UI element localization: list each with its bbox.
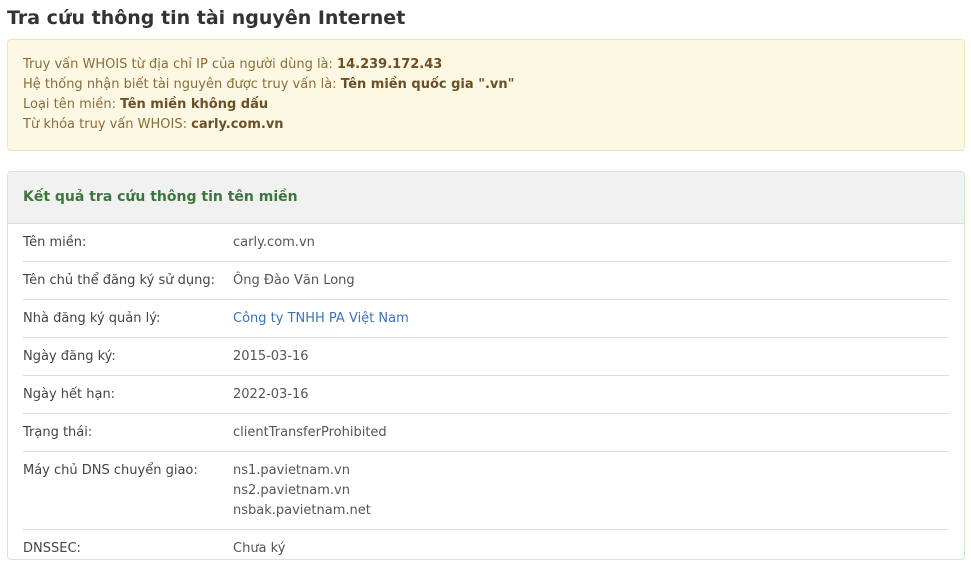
row-label: Ngày hết hạn: bbox=[23, 387, 116, 402]
domain-type-value: Tên miền không dấu bbox=[120, 97, 269, 112]
registrant-value: Ông Đào Văn Long bbox=[233, 273, 355, 288]
dnssec-value: Chưa ký bbox=[233, 541, 286, 556]
row-label: Nhà đăng ký quản lý: bbox=[23, 311, 161, 326]
registration-date-value: 2015-03-16 bbox=[233, 349, 309, 364]
registrar-link[interactable]: Công ty TNHH PA Việt Nam bbox=[233, 311, 409, 326]
row-expiry-date: Ngày hết hạn: 2022-03-16 bbox=[23, 376, 949, 414]
row-label: Trạng thái: bbox=[23, 425, 93, 440]
whois-result-panel: Kết quả tra cứu thông tin tên miền Tên m… bbox=[7, 171, 965, 560]
dns-server-1: ns1.pavietnam.vn bbox=[233, 463, 350, 478]
ip-label: Truy vấn WHOIS từ địa chỉ IP của người d… bbox=[23, 57, 338, 72]
keyword-label: Từ khóa truy vấn WHOIS: bbox=[23, 117, 192, 132]
row-label: Máy chủ DNS chuyển giao: bbox=[23, 463, 198, 478]
panel-title: Kết quả tra cứu thông tin tên miền bbox=[23, 189, 298, 205]
row-registrant: Tên chủ thể đăng ký sử dụng: Ông Đào Văn… bbox=[23, 262, 949, 300]
panel-heading: Kết quả tra cứu thông tin tên miền bbox=[8, 172, 964, 224]
row-dnssec: DNSSEC: Chưa ký bbox=[23, 530, 949, 559]
domain-name-value: carly.com.vn bbox=[233, 235, 315, 250]
result-rows: Tên miền: carly.com.vn Tên chủ thể đăng … bbox=[8, 224, 964, 559]
row-domain-name: Tên miền: carly.com.vn bbox=[23, 224, 949, 262]
page-title: Tra cứu thông tin tài nguyên Internet bbox=[7, 7, 406, 29]
row-label: Tên chủ thể đăng ký sử dụng: bbox=[23, 273, 215, 288]
row-dns-servers: Máy chủ DNS chuyển giao: ns1.pavietnam.v… bbox=[23, 452, 949, 530]
row-label: DNSSEC: bbox=[23, 541, 81, 556]
dns-server-3: nsbak.pavietnam.net bbox=[233, 503, 371, 518]
row-label: Ngày đăng ký: bbox=[23, 349, 116, 364]
resource-info-line: Hệ thống nhận biết tài nguyên được truy … bbox=[23, 75, 949, 95]
resource-value: Tên miền quốc gia ".vn" bbox=[340, 77, 515, 92]
row-label: Tên miền: bbox=[23, 235, 87, 250]
row-registration-date: Ngày đăng ký: 2015-03-16 bbox=[23, 338, 949, 376]
domain-type-info-line: Loại tên miền: Tên miền không dấu bbox=[23, 95, 949, 115]
domain-type-label: Loại tên miền: bbox=[23, 97, 121, 112]
resource-label: Hệ thống nhận biết tài nguyên được truy … bbox=[23, 77, 341, 92]
dns-server-2: ns2.pavietnam.vn bbox=[233, 483, 350, 498]
ip-info-line: Truy vấn WHOIS từ địa chỉ IP của người d… bbox=[23, 55, 949, 75]
keyword-value: carly.com.vn bbox=[191, 117, 284, 132]
query-info-box: Truy vấn WHOIS từ địa chỉ IP của người d… bbox=[7, 39, 965, 151]
row-registrar: Nhà đăng ký quản lý: Công ty TNHH PA Việ… bbox=[23, 300, 949, 338]
row-status: Trạng thái: clientTransferProhibited bbox=[23, 414, 949, 452]
ip-value: 14.239.172.43 bbox=[337, 57, 443, 72]
dns-servers-cell: ns1.pavietnam.vn ns2.pavietnam.vn nsbak.… bbox=[233, 461, 949, 521]
status-value: clientTransferProhibited bbox=[233, 425, 387, 440]
registrar-cell: Công ty TNHH PA Việt Nam bbox=[233, 309, 949, 329]
whois-page: Tra cứu thông tin tài nguyên Internet Tr… bbox=[0, 0, 971, 580]
keyword-info-line: Từ khóa truy vấn WHOIS: carly.com.vn bbox=[23, 115, 949, 135]
expiry-date-value: 2022-03-16 bbox=[233, 387, 309, 402]
